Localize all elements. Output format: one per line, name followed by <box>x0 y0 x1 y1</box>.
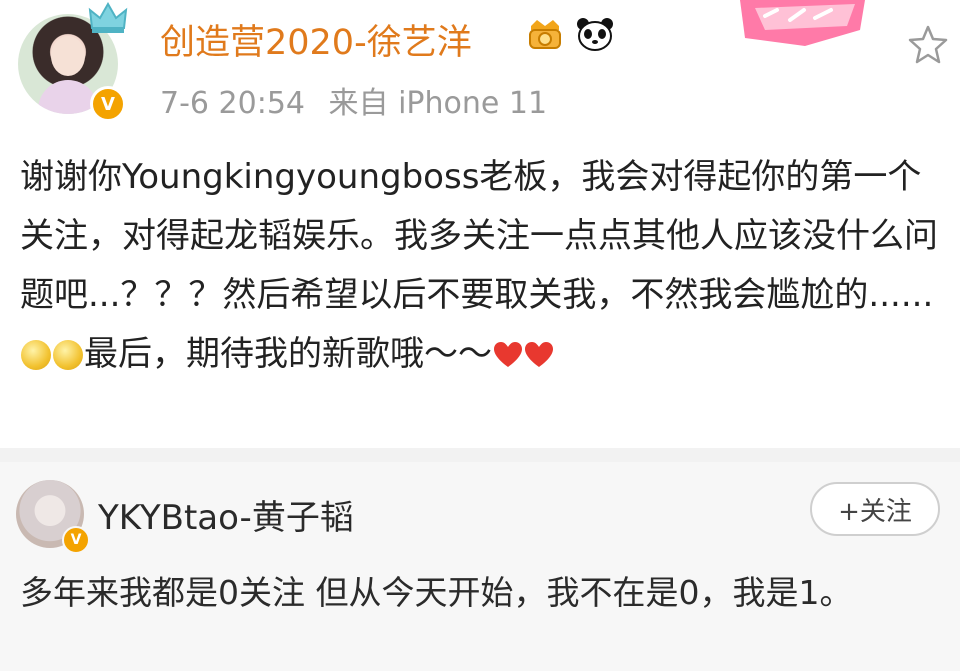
weibo-post: V 创造营2020-徐艺洋 7-6 20:54 来自 iPhone 11 谢谢你… <box>0 0 960 448</box>
author-name[interactable]: 创造营2020-徐艺洋 <box>160 14 472 65</box>
heart-emoji <box>525 342 553 367</box>
post-meta: 7-6 20:54 来自 iPhone 11 <box>160 78 561 122</box>
quoted-post: V YKYBtao-黄子韬 +关注 多年来我都是0关注 但从今天开始，我不在是0… <box>0 462 960 671</box>
vip-badge-icon <box>529 20 561 49</box>
crown-icon <box>88 2 128 33</box>
sticker-decoration <box>740 0 865 46</box>
follow-button[interactable]: +关注 <box>810 482 940 536</box>
heart-emoji <box>494 342 522 367</box>
star-icon[interactable] <box>906 22 950 66</box>
user-badges <box>525 16 615 52</box>
post-time: 7-6 20:54 <box>160 86 305 121</box>
quoted-author-name[interactable]: YKYBtao-黄子韬 <box>98 490 354 539</box>
panda-icon <box>577 18 613 51</box>
author-avatar[interactable]: V <box>18 2 128 122</box>
verified-badge: V <box>90 86 126 122</box>
post-source: 来自 iPhone 11 <box>328 86 548 121</box>
quoted-author-avatar[interactable]: V <box>16 480 90 554</box>
post-text-main: 谢谢你Youngkingyoungboss老板，我会对得起你的第一个关注，对得起… <box>20 157 938 315</box>
smile-emoji <box>53 340 83 370</box>
post-content: 谢谢你Youngkingyoungboss老板，我会对得起你的第一个关注，对得起… <box>20 148 948 384</box>
smile-emoji <box>21 340 51 370</box>
quoted-post-content: 多年来我都是0关注 但从今天开始，我不在是0，我是1。 <box>20 573 853 612</box>
section-divider <box>0 448 960 462</box>
post-text-tail: 最后，期待我的新歌哦～～ <box>84 334 492 374</box>
verified-badge: V <box>62 526 90 554</box>
